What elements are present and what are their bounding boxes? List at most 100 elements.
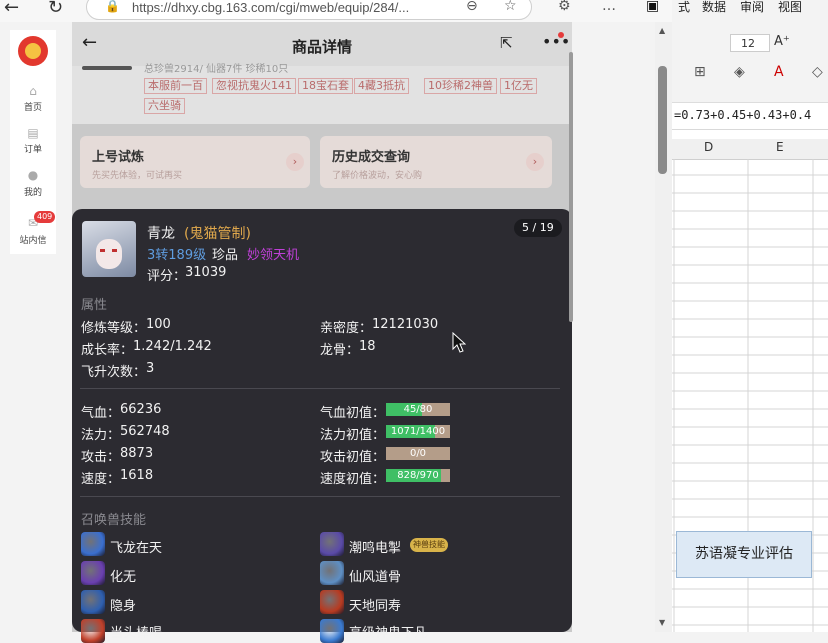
user-icon[interactable]: ● [10, 168, 56, 182]
order-icon[interactable]: ▤ [10, 126, 56, 140]
more-icon[interactable]: … [602, 0, 616, 14]
font-size-select[interactable]: 12 [730, 34, 770, 52]
share-icon[interactable]: ⇱ [500, 34, 513, 52]
init-label: 攻击初值： [320, 450, 386, 465]
section-skills: 召唤兽技能 [81, 513, 147, 528]
skill-icon[interactable] [320, 561, 344, 585]
init-bar: 45/80 [386, 403, 450, 416]
tag: 六坐骑 [144, 98, 185, 114]
thumbnail-edge [82, 66, 132, 70]
skill-icon[interactable] [320, 619, 344, 643]
init-bar-text: 1071/1400 [390, 426, 446, 437]
pet-avatar [82, 221, 136, 277]
ribbon-tab[interactable]: 视图 [778, 0, 802, 15]
score-value: 31039 [185, 265, 227, 280]
fill-color-icon[interactable]: ◈ [734, 64, 745, 80]
stat-value: 1618 [120, 468, 154, 483]
score-label: 评分： [147, 269, 187, 284]
stat-label: 气血： [81, 406, 121, 421]
init-bar-text: 0/0 [409, 448, 427, 459]
stat-value: 8873 [120, 446, 154, 461]
pet-level: 3转189级 [147, 248, 207, 263]
browser-toolbar: ← ↻ 🔒 https://dhxy.cbg.163.com/cgi/mweb/… [0, 0, 672, 22]
card-title: 上号试炼 [92, 150, 145, 165]
sidebar-item-orders[interactable]: 订单 [10, 142, 56, 155]
skill-icon[interactable] [81, 590, 105, 614]
stat-label: 攻击： [81, 450, 121, 465]
sidebar-item-messages[interactable]: 站内信 [10, 233, 56, 246]
column-header-d[interactable]: D [704, 140, 713, 154]
skill-name: 化无 [110, 570, 137, 585]
tag: 10珍稀2神兽 [424, 78, 497, 94]
text-box-cell[interactable]: 苏语凝专业评估 [676, 531, 812, 578]
borders-icon[interactable]: ⊞ [694, 64, 706, 80]
divider [80, 496, 560, 497]
formula-bar[interactable]: =0.73+0.45+0.43+0.4 [672, 103, 828, 130]
lock-icon: 🔒 [105, 0, 120, 13]
home-icon[interactable]: ⌂ [10, 84, 56, 98]
page-title: 商品详情 [291, 38, 352, 56]
avatar-eye [112, 249, 117, 252]
init-bar-text: 45/80 [403, 404, 433, 415]
attr-value: 1.242/1.242 [133, 339, 212, 354]
tag: 1亿无 [500, 78, 537, 94]
stat-value: 562748 [120, 424, 170, 439]
extensions-icon[interactable]: ⚙ [558, 0, 571, 14]
skill-icon[interactable] [320, 532, 344, 556]
init-bar: 828/970 [386, 469, 450, 482]
reload-icon[interactable]: ↻ [48, 0, 63, 18]
sidebar-item-home[interactable]: 首页 [10, 100, 56, 113]
card-subtitle: 先买先体验，可试再买 [92, 171, 183, 181]
eraser-icon[interactable]: ◇ [812, 64, 823, 80]
stat-value: 66236 [120, 402, 162, 417]
url-text: https://dhxy.cbg.163.com/cgi/mweb/equip/… [132, 0, 410, 15]
skill-icon[interactable] [320, 590, 344, 614]
sidebar-item-mine[interactable]: 我的 [10, 185, 56, 198]
chevron-right-icon: › [526, 153, 544, 171]
popup-scrollbar[interactable] [569, 52, 573, 322]
pet-skill-tag: 妙领天机 [247, 248, 300, 263]
avatar-face [96, 239, 122, 269]
favorite-star-icon[interactable]: ☆ [504, 0, 517, 14]
scrollbar-thumb[interactable] [658, 66, 667, 174]
pet-grade: 珍品 [212, 248, 239, 263]
init-bar-text: 828/970 [397, 470, 439, 481]
scroll-down-icon[interactable]: ▼ [659, 618, 665, 627]
init-label: 气血初值： [320, 406, 386, 421]
tag: 18宝石套 [298, 78, 353, 94]
tag: 本服前一百 [144, 78, 207, 94]
font-grow-icon[interactable]: A⁺ [774, 34, 790, 49]
zoom-out-icon[interactable]: ⊖ [466, 0, 478, 14]
app-logo[interactable] [18, 36, 48, 66]
attr-label: 龙骨： [320, 343, 360, 358]
page-indicator: 5 / 19 [514, 219, 562, 237]
logo-face [25, 43, 41, 59]
init-label: 法力初值： [320, 428, 386, 443]
attr-label: 成长率： [81, 343, 134, 358]
skill-name: 天地同寿 [349, 599, 402, 614]
more-dots-icon[interactable]: ••• [542, 32, 570, 51]
sidebar-toggle-icon[interactable]: ▣ [646, 0, 659, 14]
history-card[interactable]: 历史成交查询 了解价格波动，安心购 › [320, 136, 552, 188]
skill-icon[interactable] [81, 532, 105, 556]
ribbon-tab[interactable]: 审阅 [740, 0, 764, 15]
page-scrollbar[interactable]: ▲ ▼ [655, 22, 672, 632]
skill-icon[interactable] [81, 561, 105, 585]
ribbon-tab[interactable]: 式 [678, 0, 690, 15]
skill-icon[interactable] [81, 619, 105, 643]
skill-name: 隐身 [110, 599, 137, 614]
tag: 4藏3抵抗 [354, 78, 409, 94]
mouse-cursor-icon [452, 332, 466, 353]
pet-name: 青龙 [147, 226, 175, 242]
trial-card[interactable]: 上号试炼 先买先体验，可试再买 › [80, 136, 310, 188]
back-icon[interactable]: ← [4, 0, 19, 18]
pet-owner: (鬼猫管制) [184, 226, 251, 242]
font-color-icon[interactable]: A [774, 64, 784, 80]
scroll-up-icon[interactable]: ▲ [659, 26, 665, 35]
attr-value: 12121030 [372, 317, 439, 332]
attr-value: 18 [359, 339, 376, 354]
notification-dot [558, 32, 564, 38]
stat-label: 速度： [81, 472, 121, 487]
column-header-e[interactable]: E [776, 140, 784, 154]
ribbon-tab[interactable]: 数据 [702, 0, 726, 15]
